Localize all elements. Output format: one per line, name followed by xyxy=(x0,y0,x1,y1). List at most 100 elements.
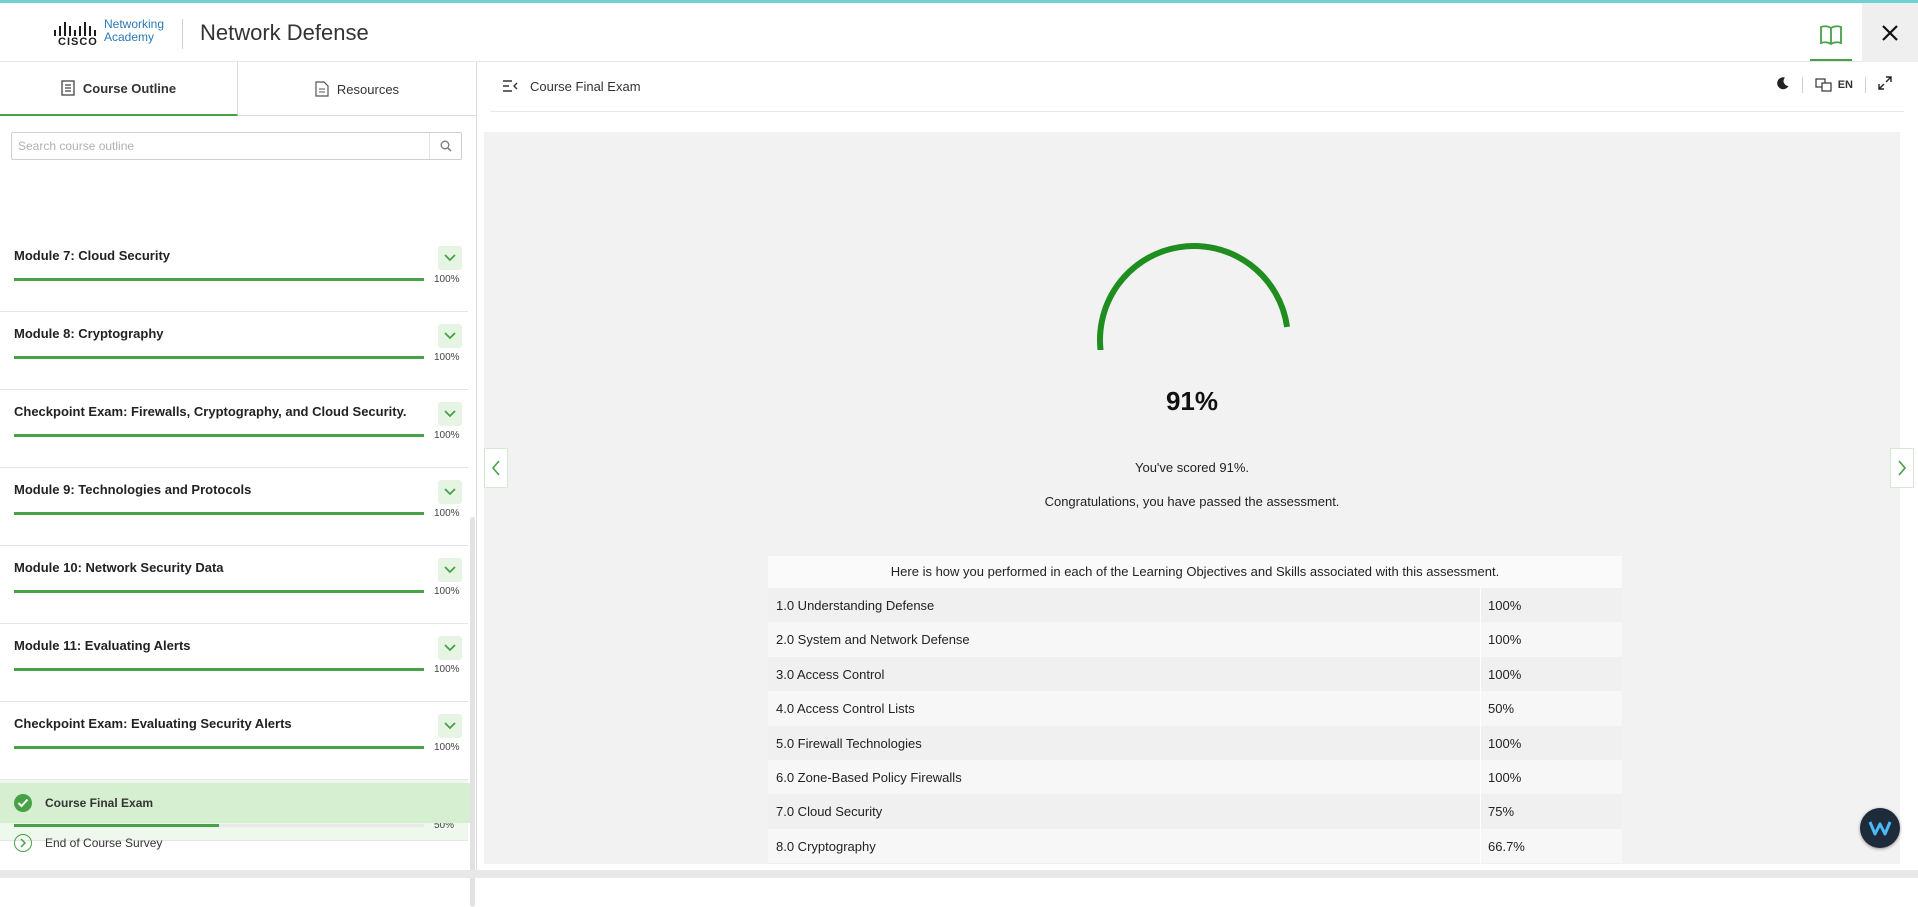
sidebar-scrollbar[interactable] xyxy=(470,517,475,907)
search-input[interactable] xyxy=(12,133,430,159)
tab-resources[interactable]: Resources xyxy=(238,62,476,116)
previous-page-button[interactable] xyxy=(484,448,508,488)
course-book-button[interactable] xyxy=(1810,11,1852,61)
pass-message: Congratulations, you have passed the ass… xyxy=(1044,494,1340,509)
module-item[interactable]: Checkpoint Exam: Evaluating Security Ale… xyxy=(0,702,468,780)
module-item[interactable]: Module 11: Evaluating Alerts 100% xyxy=(0,624,468,702)
objective-name: 3.0 Access Control xyxy=(776,666,885,682)
translate-icon xyxy=(1815,77,1832,92)
column-divider xyxy=(1480,863,1481,864)
objective-name: 5.0 Firewall Technologies xyxy=(776,735,922,751)
objective-score: 100% xyxy=(1488,666,1522,682)
chevron-down-icon[interactable] xyxy=(438,324,462,348)
objective-score: 100% xyxy=(1488,632,1522,648)
progress-fill xyxy=(14,590,424,593)
chevron-right-icon xyxy=(1898,460,1907,476)
results-table-header: Here is how you performed in each of the… xyxy=(768,556,1622,588)
close-icon xyxy=(1882,24,1898,41)
search-box xyxy=(11,132,462,160)
dark-mode-toggle[interactable] xyxy=(1776,76,1790,93)
objective-name: 6.0 Zone-Based Policy Firewalls xyxy=(776,769,962,785)
column-divider xyxy=(1480,759,1481,795)
chat-assistant-icon xyxy=(1868,821,1892,836)
chevron-down-icon[interactable] xyxy=(438,636,462,660)
objective-name: 1.0 Understanding Defense xyxy=(776,598,935,613)
module-progress-bar xyxy=(14,434,424,437)
table-row: 7.0 Cloud Security 75% xyxy=(768,794,1622,829)
results-table-body: 1.0 Understanding Defense 100% 2.0 System … xyxy=(768,588,1622,864)
module-progress-label: 100% xyxy=(434,664,460,675)
fullscreen-button[interactable] xyxy=(1878,76,1892,93)
module-progress-bar xyxy=(14,668,424,671)
cisco-networking-academy-logo[interactable]: CISCO Networking Academy xyxy=(54,18,174,50)
module-title: Module 7: Cloud Security xyxy=(14,248,171,263)
language-label: EN xyxy=(1837,78,1853,91)
content-toolbar: Course Final Exam EN xyxy=(490,62,1904,112)
table-row: 9.0 Security Technologies and Protocols1… xyxy=(768,863,1622,864)
table-row: 4.0 Access Control Lists 50% xyxy=(768,691,1622,726)
app-title: Network Defense xyxy=(200,20,369,45)
chevron-down-icon[interactable] xyxy=(438,480,462,504)
module-progress-label: 100% xyxy=(434,430,460,441)
language-selector[interactable]: EN xyxy=(1815,77,1853,92)
module-item[interactable]: Module 9: Technologies and Protocols 100% xyxy=(0,468,468,546)
objective-score: 100% xyxy=(1488,769,1522,785)
module-item[interactable]: Checkpoint Exam: Firewalls, Cryptography… xyxy=(0,390,468,468)
sub-item-end-of-course-survey[interactable]: End of Course Survey xyxy=(0,823,470,863)
gauge-arc xyxy=(1097,243,1291,350)
collapse-menu-icon[interactable] xyxy=(502,79,518,98)
column-divider xyxy=(1480,588,1481,623)
bottom-bar xyxy=(0,870,1918,878)
module-item[interactable]: Module 7: Cloud Security 100% xyxy=(0,234,468,312)
next-page-button[interactable] xyxy=(1890,448,1914,488)
tab-course-outline[interactable]: Course Outline xyxy=(0,62,238,116)
score-gauge xyxy=(1097,243,1291,350)
table-row: 5.0 Firewall Technologies 100% xyxy=(768,725,1622,760)
chevron-down-icon[interactable] xyxy=(438,714,462,738)
progress-fill xyxy=(14,278,424,281)
assistant-chat-button[interactable] xyxy=(1860,808,1900,848)
chevron-down-icon[interactable] xyxy=(438,246,462,270)
chevron-down-icon[interactable] xyxy=(438,558,462,582)
toolbar-separator xyxy=(1801,76,1803,93)
column-divider xyxy=(1480,656,1481,692)
progress-fill xyxy=(14,668,424,671)
logo-brand: CISCO xyxy=(58,36,98,48)
document-icon xyxy=(315,81,329,97)
module-title: Module 8: Cryptography xyxy=(14,326,164,341)
objective-name: 8.0 Cryptography xyxy=(776,838,876,854)
module-progress-label: 100% xyxy=(434,352,460,363)
sub-item-label: End of Course Survey xyxy=(45,836,163,850)
check-circle-icon xyxy=(14,794,32,812)
module-title: Module 10: Network Security Data xyxy=(14,560,224,575)
tab-label: Course Outline xyxy=(82,80,177,96)
chevron-down-icon[interactable] xyxy=(438,402,462,426)
course-sidebar: Course Outline Resources Module 7: Cloud… xyxy=(0,62,477,907)
expand-icon xyxy=(1878,76,1892,90)
module-title: Module 9: Technologies and Protocols xyxy=(14,482,252,497)
book-open-icon xyxy=(1820,25,1842,46)
search-button[interactable] xyxy=(429,133,461,159)
outline-icon xyxy=(61,80,75,96)
module-item[interactable]: Module 10: Network Security Data 100% xyxy=(0,546,468,624)
tab-label: Resources xyxy=(336,81,400,97)
module-progress-label: 100% xyxy=(434,586,460,597)
close-button[interactable] xyxy=(1862,3,1918,62)
table-row: 3.0 Access Control 100% xyxy=(768,656,1622,692)
sub-item-course-final-exam[interactable]: Course Final Exam xyxy=(0,783,470,823)
header-divider xyxy=(182,19,183,49)
module-item[interactable]: Module 8: Cryptography 100% xyxy=(0,312,468,390)
column-divider xyxy=(1480,622,1481,657)
module-progress-bar xyxy=(14,356,424,359)
column-divider xyxy=(1480,794,1481,829)
objective-score: 100% xyxy=(1488,598,1522,613)
module-progress-label: 100% xyxy=(434,274,460,285)
sidebar-tabs: Course Outline Resources xyxy=(0,62,476,116)
module-title: Module 11: Evaluating Alerts xyxy=(14,638,191,653)
search-icon xyxy=(440,140,451,152)
score-message: You've scored 91%. xyxy=(1134,460,1250,475)
app-header: CISCO Networking Academy Network Defense xyxy=(0,3,1918,62)
chevron-left-icon xyxy=(491,460,500,476)
table-row: 6.0 Zone-Based Policy Firewalls 100% xyxy=(768,759,1622,795)
module-progress-label: 100% xyxy=(434,742,460,753)
